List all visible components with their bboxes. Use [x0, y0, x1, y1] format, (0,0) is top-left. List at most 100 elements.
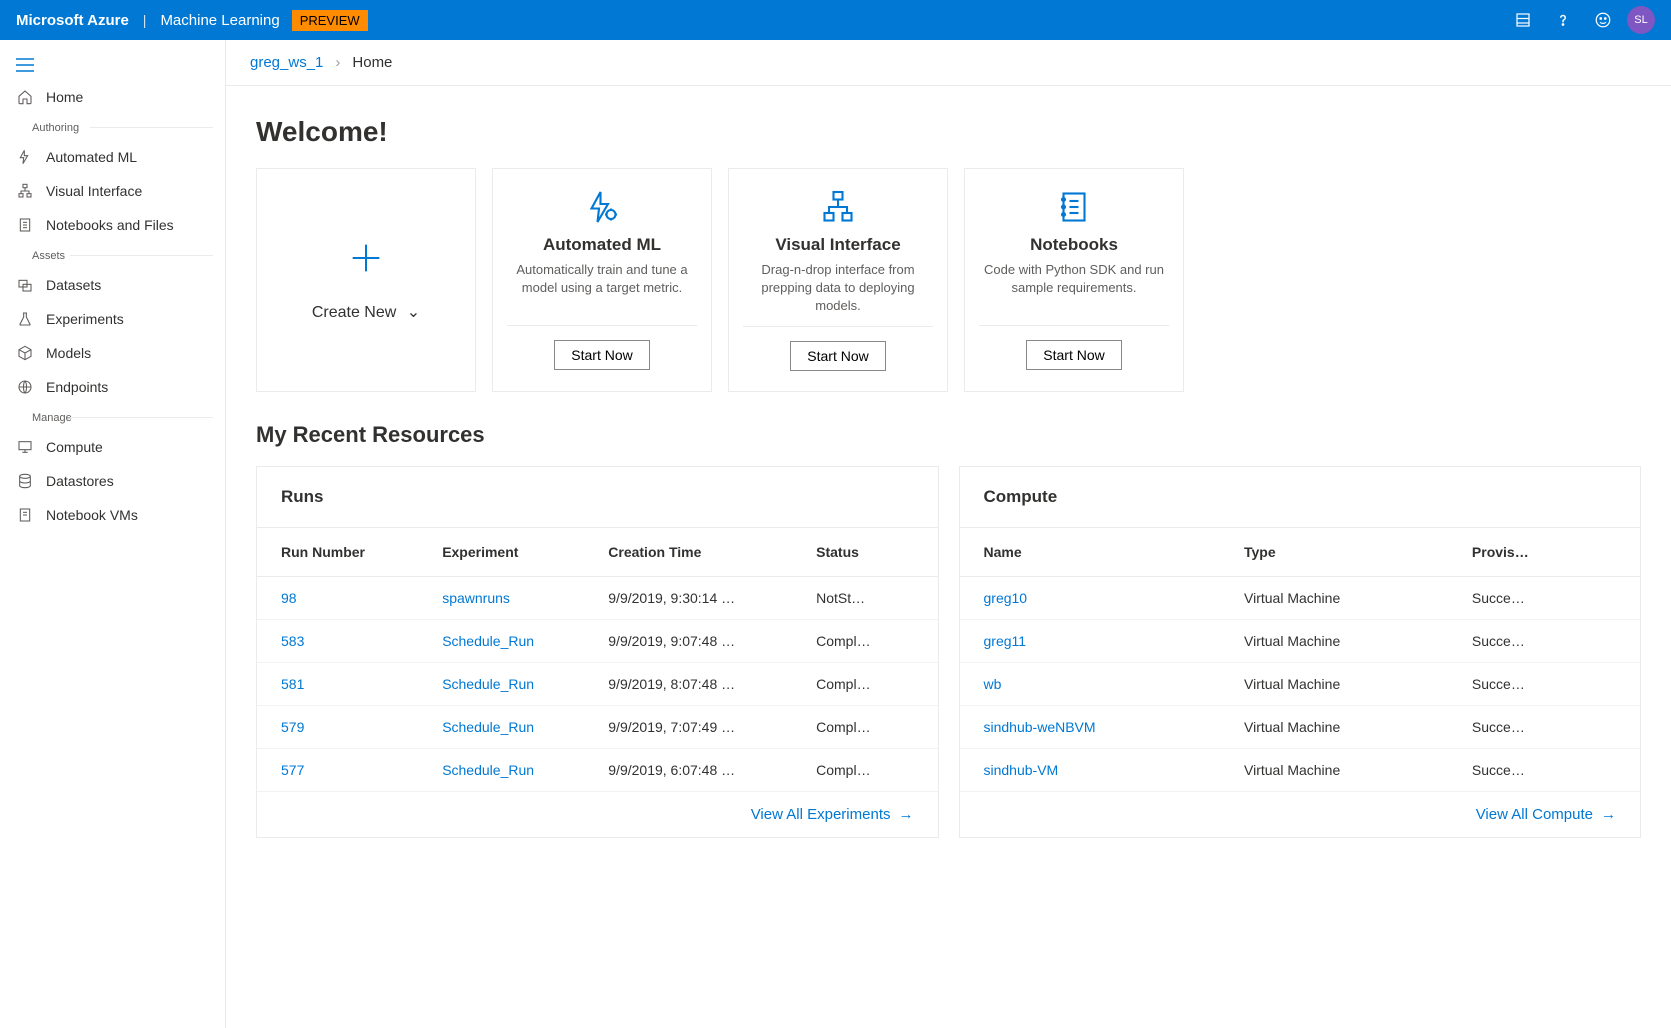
sidebar-item-datasets[interactable]: Datasets	[0, 268, 225, 302]
start-now-button[interactable]: Start Now	[554, 340, 649, 370]
runs-col-time[interactable]: Creation Time	[598, 528, 806, 577]
view-all-compute[interactable]: View All Compute →	[960, 792, 1641, 837]
cube-icon	[16, 345, 34, 361]
table-row: 581Schedule_Run9/9/2019, 8:07:48 …Compl…	[257, 662, 938, 705]
compute-name-link[interactable]: sindhub-VM	[960, 748, 1235, 791]
sidebar-item-notebooks[interactable]: Notebooks and Files	[0, 208, 225, 242]
monitor-icon	[16, 439, 34, 455]
run-status: Compl…	[806, 662, 937, 705]
sidebar-item-label: Endpoints	[46, 379, 108, 395]
bolt-gear-icon	[16, 149, 34, 165]
run-time: 9/9/2019, 9:30:14 …	[598, 576, 806, 619]
sidebar-item-label: Notebooks and Files	[46, 217, 174, 233]
experiment-link[interactable]: Schedule_Run	[432, 619, 598, 662]
sidebar-item-label: Home	[46, 89, 83, 105]
database-icon	[16, 473, 34, 489]
run-number-link[interactable]: 579	[257, 705, 432, 748]
sidebar-section-authoring: Authoring	[0, 114, 225, 140]
recent-resources-title: My Recent Resources	[256, 422, 1641, 448]
card-title: Visual Interface	[775, 235, 900, 255]
start-now-button[interactable]: Start Now	[790, 341, 885, 371]
card-desc: Drag-n-drop interface from prepping data…	[743, 261, 933, 316]
plus-icon	[346, 238, 386, 278]
flow-icon	[16, 183, 34, 199]
run-time: 9/9/2019, 6:07:48 …	[598, 748, 806, 791]
experiment-link[interactable]: Schedule_Run	[432, 662, 598, 705]
compute-name-link[interactable]: greg11	[960, 619, 1235, 662]
preview-badge: PREVIEW	[292, 10, 368, 31]
run-number-link[interactable]: 98	[257, 576, 432, 619]
compute-name-link[interactable]: sindhub-weNBVM	[960, 705, 1235, 748]
avatar[interactable]: SL	[1627, 6, 1655, 34]
table-row: wbVirtual MachineSucce…	[960, 662, 1641, 705]
sidebar-item-label: Automated ML	[46, 149, 137, 165]
sidebar-item-experiments[interactable]: Experiments	[0, 302, 225, 336]
compute-name-link[interactable]: wb	[960, 662, 1235, 705]
compute-col-name[interactable]: Name	[960, 528, 1235, 577]
card-desc: Code with Python SDK and run sample requ…	[979, 261, 1169, 315]
sidebar-item-automl[interactable]: Automated ML	[0, 140, 225, 174]
visual-interface-icon	[820, 189, 856, 225]
runs-col-experiment[interactable]: Experiment	[432, 528, 598, 577]
compute-name-link[interactable]: greg10	[960, 576, 1235, 619]
topbar-divider: |	[143, 12, 147, 28]
breadcrumb-workspace[interactable]: greg_ws_1	[250, 54, 323, 71]
run-time: 9/9/2019, 9:07:48 …	[598, 619, 806, 662]
sidebar-item-visual[interactable]: Visual Interface	[0, 174, 225, 208]
run-status: Compl…	[806, 705, 937, 748]
home-icon	[16, 89, 34, 105]
compute-col-type[interactable]: Type	[1234, 528, 1462, 577]
create-new-label: Create New ⌄	[312, 302, 420, 322]
brand[interactable]: Microsoft Azure	[16, 12, 129, 29]
runs-col-status[interactable]: Status	[806, 528, 937, 577]
compute-type: Virtual Machine	[1234, 662, 1462, 705]
compute-status: Succe…	[1462, 576, 1640, 619]
run-time: 9/9/2019, 8:07:48 …	[598, 662, 806, 705]
start-now-button[interactable]: Start Now	[1026, 340, 1121, 370]
arrow-right-icon: →	[899, 806, 914, 823]
run-number-link[interactable]: 583	[257, 619, 432, 662]
view-all-experiments[interactable]: View All Experiments →	[257, 792, 938, 837]
table-row: sindhub-VMVirtual MachineSucce…	[960, 748, 1641, 791]
feedback-icon[interactable]	[1583, 0, 1623, 40]
experiment-link[interactable]: Schedule_Run	[432, 748, 598, 791]
sidebar-item-home[interactable]: Home	[0, 80, 225, 114]
card-visual: Visual Interface Drag-n-drop interface f…	[728, 168, 948, 392]
page-title: Welcome!	[256, 116, 1641, 148]
sidebar-item-datastores[interactable]: Datastores	[0, 464, 225, 498]
sidebar-item-nbvms[interactable]: Notebook VMs	[0, 498, 225, 532]
runs-table: Run Number Experiment Creation Time Stat…	[257, 528, 938, 792]
hamburger-icon[interactable]	[0, 50, 225, 80]
arrow-right-icon: →	[1601, 806, 1616, 823]
dataset-icon	[16, 277, 34, 293]
help-icon[interactable]	[1543, 0, 1583, 40]
create-new-card[interactable]: Create New ⌄	[256, 168, 476, 392]
experiment-link[interactable]: Schedule_Run	[432, 705, 598, 748]
runs-panel: Runs Run Number Experiment Creation Time…	[256, 466, 939, 838]
experiment-link[interactable]: spawnruns	[432, 576, 598, 619]
runs-col-number[interactable]: Run Number	[257, 528, 432, 577]
compute-title: Compute	[960, 467, 1641, 528]
breadcrumb: greg_ws_1 › Home	[226, 40, 1671, 86]
sidebar-item-compute[interactable]: Compute	[0, 430, 225, 464]
run-time: 9/9/2019, 7:07:49 …	[598, 705, 806, 748]
card-notebooks: Notebooks Code with Python SDK and run s…	[964, 168, 1184, 392]
notebook-icon	[16, 217, 34, 233]
table-row: 98spawnruns9/9/2019, 9:30:14 …NotSt…	[257, 576, 938, 619]
directory-icon[interactable]	[1503, 0, 1543, 40]
sidebar-item-models[interactable]: Models	[0, 336, 225, 370]
notebooks-icon	[1056, 189, 1092, 225]
table-row: 583Schedule_Run9/9/2019, 9:07:48 …Compl…	[257, 619, 938, 662]
table-row: greg10Virtual MachineSucce…	[960, 576, 1641, 619]
sidebar-item-label: Experiments	[46, 311, 124, 327]
table-row: 579Schedule_Run9/9/2019, 7:07:49 …Compl…	[257, 705, 938, 748]
run-number-link[interactable]: 577	[257, 748, 432, 791]
sidebar-item-endpoints[interactable]: Endpoints	[0, 370, 225, 404]
sidebar-item-label: Visual Interface	[46, 183, 142, 199]
run-number-link[interactable]: 581	[257, 662, 432, 705]
sidebar: Home Authoring Automated ML Visual Inter…	[0, 40, 226, 1028]
compute-panel: Compute Name Type Provis… greg10Virtual …	[959, 466, 1642, 838]
product-name[interactable]: Machine Learning	[160, 12, 279, 29]
globe-icon	[16, 379, 34, 395]
compute-col-status[interactable]: Provis…	[1462, 528, 1640, 577]
